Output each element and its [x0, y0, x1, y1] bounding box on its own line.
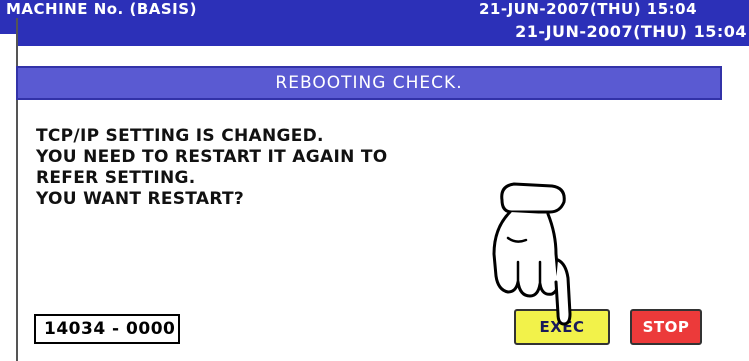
- dialog-message: TCP/IP SETTING IS CHANGED. YOU NEED TO R…: [36, 126, 556, 210]
- background-window-datetime: 21-JUN-2007(THU) 15:04: [479, 0, 698, 18]
- message-code: 14034 - 0000: [34, 314, 180, 344]
- background-window-title: MACHINE No. (BASIS): [6, 0, 197, 18]
- stop-button[interactable]: STOP: [630, 309, 702, 345]
- dialog-header: REBOOTING CHECK.: [16, 66, 722, 100]
- pointing-hand-icon: [492, 182, 572, 326]
- message-line: REFER SETTING.: [36, 168, 196, 188]
- message-line: YOU NEED TO RESTART IT AGAIN TO: [36, 147, 388, 167]
- dialog-title-bar: 21-JUN-2007(THU) 15:04: [18, 18, 749, 46]
- dialog-datetime: 21-JUN-2007(THU) 15:04: [515, 22, 747, 41]
- message-line: TCP/IP SETTING IS CHANGED.: [36, 126, 324, 146]
- message-line: YOU WANT RESTART?: [36, 189, 245, 209]
